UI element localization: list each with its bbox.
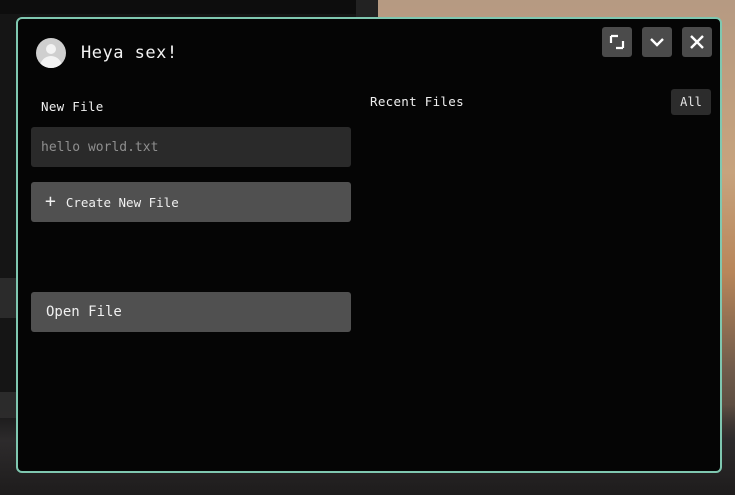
minimize-button[interactable]: [642, 27, 672, 57]
plus-icon: +: [45, 191, 56, 212]
open-file-button[interactable]: Open File: [31, 292, 351, 332]
greeting-text: Heya sex!: [81, 43, 178, 63]
create-new-file-button[interactable]: + Create New File: [31, 182, 351, 222]
avatar-head: [46, 44, 56, 54]
maximize-button[interactable]: [602, 27, 632, 57]
avatar[interactable]: [36, 38, 66, 68]
recent-files-filter-button[interactable]: All: [671, 89, 711, 115]
file-manager-window: Heya sex! New File Recent Files All + Cr…: [16, 17, 722, 473]
window-header: Heya sex!: [36, 37, 178, 69]
open-button-label: Open File: [46, 304, 122, 320]
recent-files-label: Recent Files: [370, 94, 464, 109]
close-button[interactable]: [682, 27, 712, 57]
filename-input[interactable]: [31, 127, 351, 167]
filter-label: All: [680, 95, 702, 109]
chevron-down-icon: [650, 38, 664, 47]
new-file-label: New File: [41, 99, 104, 114]
create-button-label: Create New File: [65, 194, 179, 210]
window-controls: [602, 27, 712, 57]
close-icon: [690, 35, 704, 49]
expand-icon: [609, 34, 625, 50]
avatar-body: [40, 56, 62, 68]
background-strip: [0, 0, 356, 14]
